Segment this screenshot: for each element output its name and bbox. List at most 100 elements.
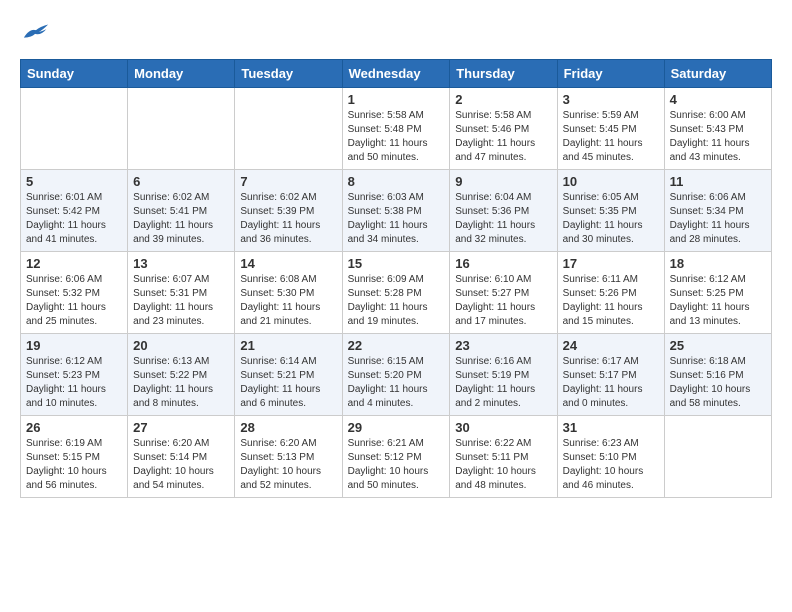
day-number: 16 — [455, 256, 551, 271]
day-number: 30 — [455, 420, 551, 435]
calendar-cell: 13 Sunrise: 6:07 AM Sunset: 5:31 PM Dayli… — [128, 251, 235, 333]
day-number: 29 — [348, 420, 445, 435]
day-number: 13 — [133, 256, 229, 271]
calendar-cell: 17Sunrise: 6:11 AM Sunset: 5:26 PM Dayli… — [557, 251, 664, 333]
day-number: 1 — [348, 92, 445, 107]
day-number: 25 — [670, 338, 766, 353]
week-row-4: 19 Sunrise: 6:12 AM Sunset: 5:23 PM Dayli… — [21, 333, 772, 415]
calendar-cell: 26 Sunrise: 6:19 AM Sunset: 5:15 PM Dayli… — [21, 415, 128, 497]
logo-text — [20, 20, 50, 49]
day-number: 10 — [563, 174, 659, 189]
day-number: 20 — [133, 338, 229, 353]
calendar-cell — [664, 415, 771, 497]
day-info: Sunrise: 6:11 AM Sunset: 5:26 PM Dayligh… — [563, 273, 659, 329]
calendar-cell: 1 Sunrise: 5:58 AM Sunset: 5:48 PM Daylig… — [342, 87, 450, 169]
day-number: 19 — [26, 338, 122, 353]
day-info: Sunrise: 6:04 AM Sunset: 5:36 PM Dayligh… — [455, 191, 551, 247]
day-info: Sunrise: 6:08 AM Sunset: 5:30 PM Dayligh… — [240, 273, 336, 329]
calendar-cell: 16 Sunrise: 6:10 AM Sunset: 5:27 PM Dayli… — [450, 251, 557, 333]
day-info: Sunrise: 6:17 AM Sunset: 5:17 PM Dayligh… — [563, 355, 659, 411]
day-info: Sunrise: 6:19 AM Sunset: 5:15 PM Dayligh… — [26, 437, 122, 493]
calendar-cell: 11 Sunrise: 6:06 AM Sunset: 5:34 PM Dayli… — [664, 169, 771, 251]
calendar-cell — [128, 87, 235, 169]
day-info: Sunrise: 6:00 AM Sunset: 5:43 PM Dayligh… — [670, 109, 766, 165]
weekday-header-wednesday: Wednesday — [342, 59, 450, 87]
day-info: Sunrise: 6:20 AM Sunset: 5:14 PM Dayligh… — [133, 437, 229, 493]
day-info: Sunrise: 6:23 AM Sunset: 5:10 PM Dayligh… — [563, 437, 659, 493]
logo-bird-icon — [22, 20, 50, 44]
day-number: 14 — [240, 256, 336, 271]
calendar-cell: 24 Sunrise: 6:17 AM Sunset: 5:17 PM Dayli… — [557, 333, 664, 415]
calendar-cell: 18 Sunrise: 6:12 AM Sunset: 5:25 PM Dayli… — [664, 251, 771, 333]
day-info: Sunrise: 6:05 AM Sunset: 5:35 PM Dayligh… — [563, 191, 659, 247]
day-number: 5 — [26, 174, 122, 189]
day-info: Sunrise: 6:03 AM Sunset: 5:38 PM Dayligh… — [348, 191, 445, 247]
calendar-cell — [21, 87, 128, 169]
calendar-cell: 20 Sunrise: 6:13 AM Sunset: 5:22 PM Dayli… — [128, 333, 235, 415]
day-number: 3 — [563, 92, 659, 107]
day-number: 31 — [563, 420, 659, 435]
calendar-cell: 7 Sunrise: 6:02 AM Sunset: 5:39 PM Daylig… — [235, 169, 342, 251]
calendar-cell: 28 Sunrise: 6:20 AM Sunset: 5:13 PM Dayli… — [235, 415, 342, 497]
day-number: 8 — [348, 174, 445, 189]
day-info: Sunrise: 6:16 AM Sunset: 5:19 PM Dayligh… — [455, 355, 551, 411]
day-info: Sunrise: 6:12 AM Sunset: 5:25 PM Dayligh… — [670, 273, 766, 329]
day-number: 26 — [26, 420, 122, 435]
day-info: Sunrise: 6:01 AM Sunset: 5:42 PM Dayligh… — [26, 191, 122, 247]
day-info: Sunrise: 5:58 AM Sunset: 5:46 PM Dayligh… — [455, 109, 551, 165]
day-info: Sunrise: 6:02 AM Sunset: 5:39 PM Dayligh… — [240, 191, 336, 247]
day-number: 21 — [240, 338, 336, 353]
day-info: Sunrise: 6:06 AM Sunset: 5:34 PM Dayligh… — [670, 191, 766, 247]
day-number: 6 — [133, 174, 229, 189]
calendar-cell: 21 Sunrise: 6:14 AM Sunset: 5:21 PM Dayli… — [235, 333, 342, 415]
calendar-cell: 19 Sunrise: 6:12 AM Sunset: 5:23 PM Dayli… — [21, 333, 128, 415]
weekday-header-sunday: Sunday — [21, 59, 128, 87]
calendar-cell: 5 Sunrise: 6:01 AM Sunset: 5:42 PM Daylig… — [21, 169, 128, 251]
calendar-cell: 14 Sunrise: 6:08 AM Sunset: 5:30 PM Dayli… — [235, 251, 342, 333]
day-number: 7 — [240, 174, 336, 189]
day-info: Sunrise: 6:07 AM Sunset: 5:31 PM Dayligh… — [133, 273, 229, 329]
day-number: 11 — [670, 174, 766, 189]
calendar-cell: 10 Sunrise: 6:05 AM Sunset: 5:35 PM Dayli… — [557, 169, 664, 251]
day-info: Sunrise: 6:10 AM Sunset: 5:27 PM Dayligh… — [455, 273, 551, 329]
calendar-cell: 27Sunrise: 6:20 AM Sunset: 5:14 PM Dayli… — [128, 415, 235, 497]
day-number: 18 — [670, 256, 766, 271]
day-number: 24 — [563, 338, 659, 353]
weekday-header-monday: Monday — [128, 59, 235, 87]
page-header — [20, 20, 772, 49]
day-info: Sunrise: 6:13 AM Sunset: 5:22 PM Dayligh… — [133, 355, 229, 411]
week-row-3: 12Sunrise: 6:06 AM Sunset: 5:32 PM Dayli… — [21, 251, 772, 333]
calendar-cell: 30 Sunrise: 6:22 AM Sunset: 5:11 PM Dayli… — [450, 415, 557, 497]
calendar-cell: 25 Sunrise: 6:18 AM Sunset: 5:16 PM Dayli… — [664, 333, 771, 415]
calendar-cell: 12Sunrise: 6:06 AM Sunset: 5:32 PM Dayli… — [21, 251, 128, 333]
calendar-cell: 15Sunrise: 6:09 AM Sunset: 5:28 PM Dayli… — [342, 251, 450, 333]
calendar-cell: 3 Sunrise: 5:59 AM Sunset: 5:45 PM Daylig… — [557, 87, 664, 169]
day-number: 28 — [240, 420, 336, 435]
weekday-header-saturday: Saturday — [664, 59, 771, 87]
day-info: Sunrise: 6:21 AM Sunset: 5:12 PM Dayligh… — [348, 437, 445, 493]
day-info: Sunrise: 6:06 AM Sunset: 5:32 PM Dayligh… — [26, 273, 122, 329]
weekday-header-thursday: Thursday — [450, 59, 557, 87]
calendar-cell: 31 Sunrise: 6:23 AM Sunset: 5:10 PM Dayli… — [557, 415, 664, 497]
calendar-cell: 4 Sunrise: 6:00 AM Sunset: 5:43 PM Daylig… — [664, 87, 771, 169]
weekday-header-friday: Friday — [557, 59, 664, 87]
calendar-cell — [235, 87, 342, 169]
day-info: Sunrise: 6:12 AM Sunset: 5:23 PM Dayligh… — [26, 355, 122, 411]
week-row-1: 1 Sunrise: 5:58 AM Sunset: 5:48 PM Daylig… — [21, 87, 772, 169]
day-info: Sunrise: 6:20 AM Sunset: 5:13 PM Dayligh… — [240, 437, 336, 493]
week-row-2: 5 Sunrise: 6:01 AM Sunset: 5:42 PM Daylig… — [21, 169, 772, 251]
day-info: Sunrise: 5:59 AM Sunset: 5:45 PM Dayligh… — [563, 109, 659, 165]
day-info: Sunrise: 6:14 AM Sunset: 5:21 PM Dayligh… — [240, 355, 336, 411]
day-number: 9 — [455, 174, 551, 189]
weekday-header-row: SundayMondayTuesdayWednesdayThursdayFrid… — [21, 59, 772, 87]
day-number: 23 — [455, 338, 551, 353]
calendar-cell: 29 Sunrise: 6:21 AM Sunset: 5:12 PM Dayli… — [342, 415, 450, 497]
calendar-cell: 22Sunrise: 6:15 AM Sunset: 5:20 PM Dayli… — [342, 333, 450, 415]
day-number: 15 — [348, 256, 445, 271]
day-info: Sunrise: 6:22 AM Sunset: 5:11 PM Dayligh… — [455, 437, 551, 493]
day-info: Sunrise: 5:58 AM Sunset: 5:48 PM Dayligh… — [348, 109, 445, 165]
day-info: Sunrise: 6:18 AM Sunset: 5:16 PM Dayligh… — [670, 355, 766, 411]
day-number: 4 — [670, 92, 766, 107]
logo — [20, 20, 50, 49]
day-info: Sunrise: 6:02 AM Sunset: 5:41 PM Dayligh… — [133, 191, 229, 247]
